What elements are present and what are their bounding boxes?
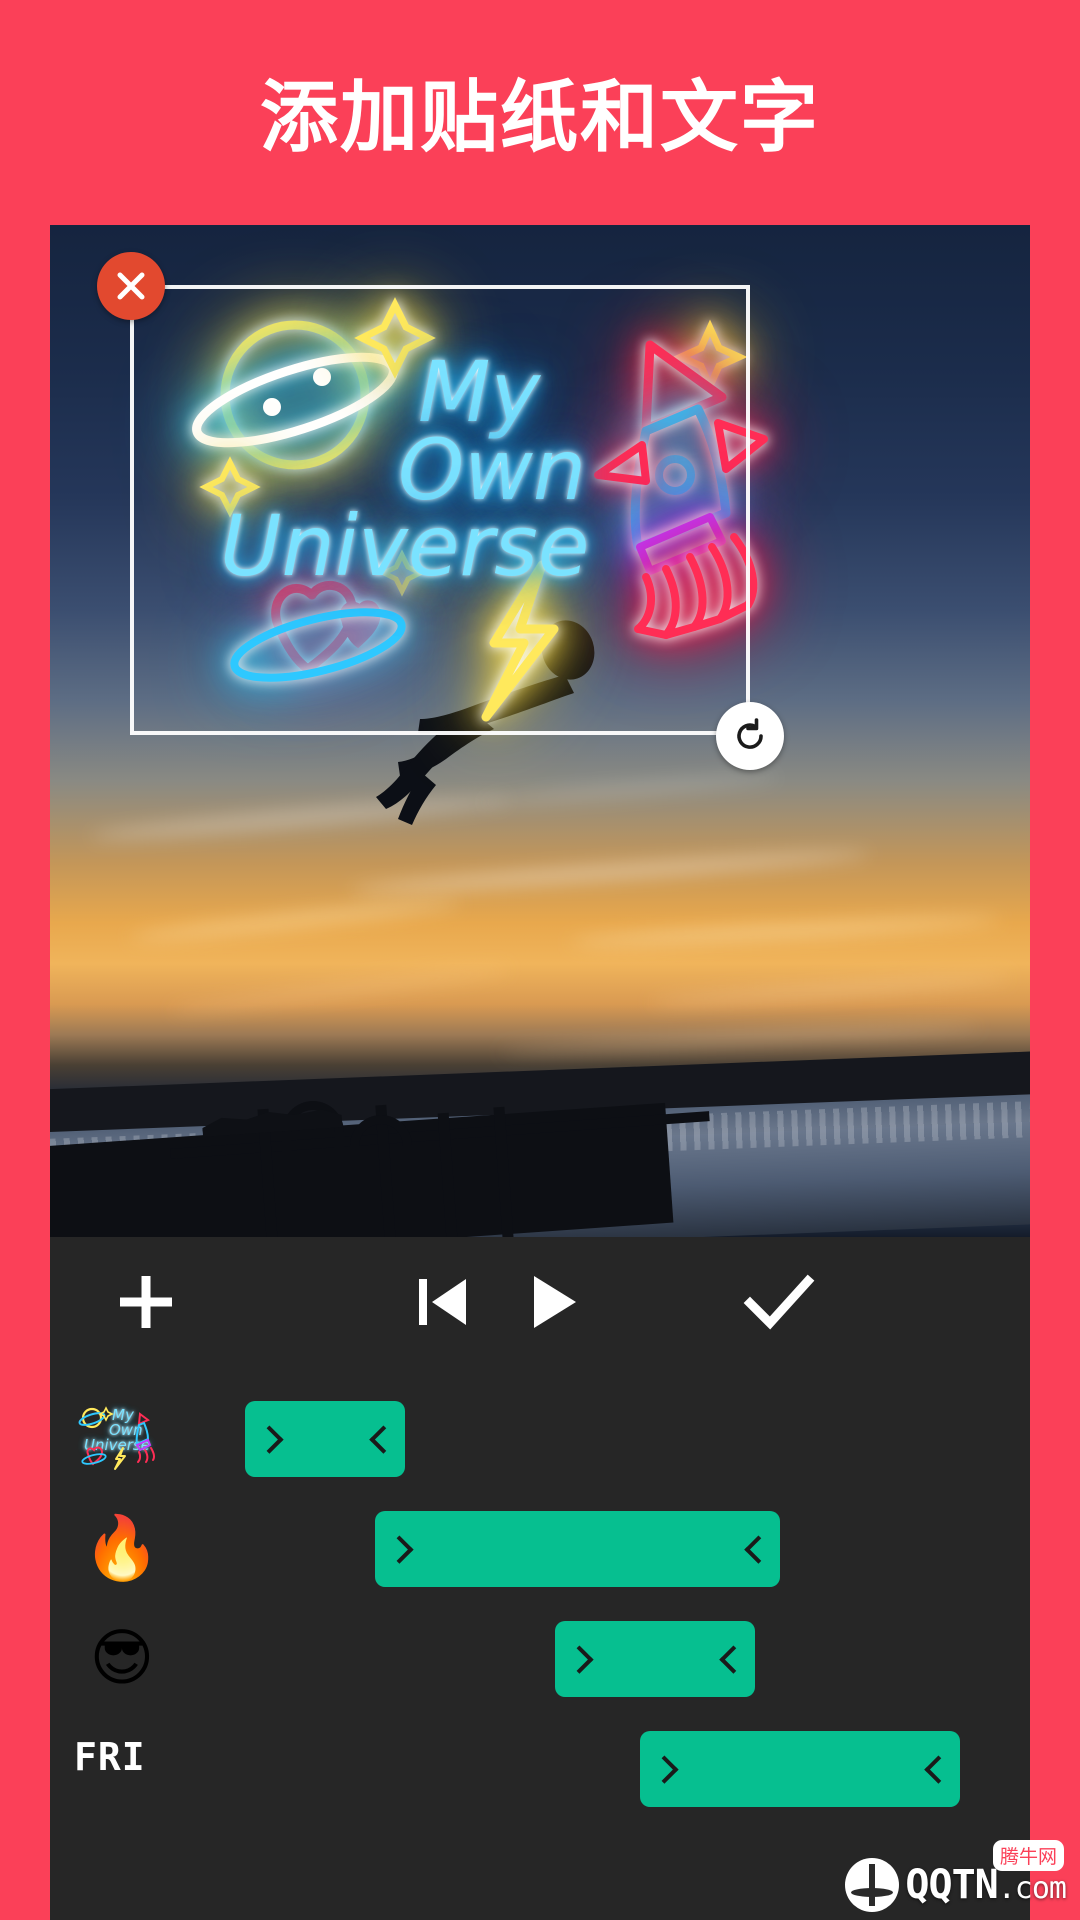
- close-sticker-button[interactable]: [97, 252, 165, 320]
- rotate-icon: [737, 718, 763, 749]
- timeline-track[interactable]: My Own Universe: [50, 1395, 1030, 1483]
- watermark: QQTN.com 腾牛网: [845, 1840, 1067, 1912]
- checkmark-icon: [743, 1274, 815, 1330]
- watermark-site: QQTN: [905, 1862, 998, 1908]
- sticker-timeline[interactable]: My Own Universe 🔥 😎 FRI: [50, 1367, 1030, 1920]
- timeline-track[interactable]: 😎: [50, 1615, 1030, 1703]
- track-thumbnail-fire[interactable]: 🔥: [78, 1505, 166, 1593]
- track-thumbnail-sunglasses[interactable]: 😎: [78, 1615, 166, 1703]
- sticker-selection-box[interactable]: [130, 285, 750, 735]
- qqtn-logo-icon: [845, 1858, 900, 1912]
- watermark-badge: 腾牛网: [992, 1840, 1064, 1871]
- timeline-track[interactable]: 🔥: [50, 1505, 1030, 1593]
- timeline-clip[interactable]: [375, 1511, 780, 1587]
- editor-toolbar: [50, 1237, 1030, 1367]
- timeline-clip[interactable]: [245, 1401, 405, 1477]
- skip-to-start-button[interactable]: [410, 1268, 478, 1336]
- add-sticker-button[interactable]: [112, 1268, 180, 1336]
- play-button[interactable]: [518, 1268, 586, 1336]
- page-title: 添加贴纸和文字: [259, 73, 820, 161]
- track-thumbnail-fri[interactable]: FRI: [74, 1735, 146, 1779]
- track-thumbnail-neon-text[interactable]: My Own Universe: [78, 1395, 166, 1483]
- mini-sticker-icons: [78, 1406, 156, 1470]
- timeline-clip[interactable]: [640, 1731, 960, 1807]
- confirm-button[interactable]: [740, 1263, 818, 1341]
- app-frame: My Own Universe My Own Universe 🔥 😎 FRI: [50, 225, 1030, 1920]
- play-icon: [534, 1276, 576, 1328]
- skip-previous-icon: [419, 1279, 466, 1325]
- video-preview[interactable]: My Own Universe: [50, 225, 1030, 1237]
- plus-icon: [120, 1276, 172, 1328]
- close-icon: [117, 272, 145, 300]
- watermark-tld: .com: [997, 1871, 1067, 1906]
- rotate-sticker-button[interactable]: [716, 702, 784, 770]
- timeline-track[interactable]: FRI: [50, 1725, 1030, 1813]
- timeline-clip[interactable]: [555, 1621, 755, 1697]
- neon-text-mini-preview: My Own Universe: [78, 1404, 166, 1474]
- ladder-handrail: [350, 1115, 412, 1215]
